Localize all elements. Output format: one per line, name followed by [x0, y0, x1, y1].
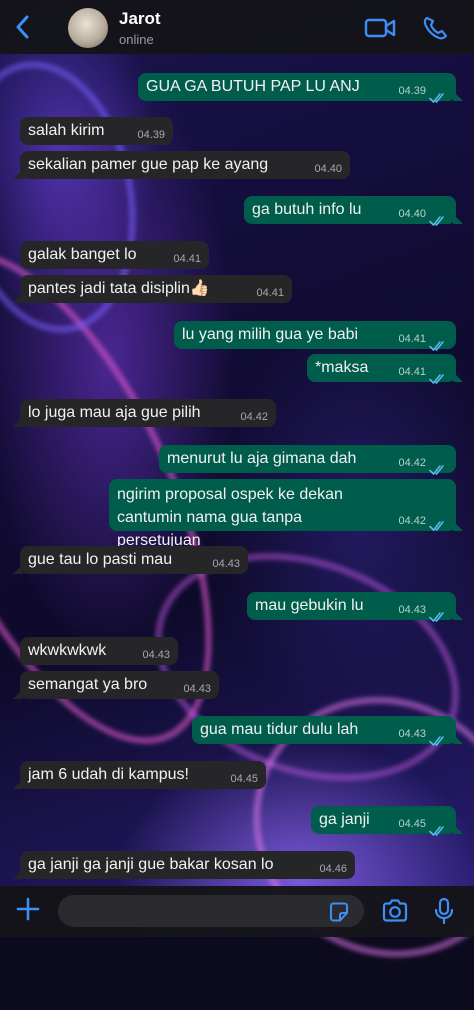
outgoing-message-bubble[interactable]: mau gebukin lu 04.43	[247, 592, 463, 622]
bubble-tail	[453, 521, 463, 531]
message-text: ngirim proposal ospek ke dekan cantumin …	[117, 486, 343, 549]
message-time: 04.43	[142, 649, 170, 661]
double-check-icon	[429, 458, 447, 475]
bubble-tail	[13, 293, 23, 303]
sticker-icon[interactable]	[328, 901, 350, 923]
double-check-icon	[429, 819, 447, 836]
message-text: ga janji	[319, 811, 370, 828]
outgoing-message-bubble[interactable]: ga janji 04.45	[311, 806, 463, 836]
message-text: galak banget lo	[28, 246, 137, 263]
bubble-tail	[453, 734, 463, 744]
bubble-tail	[453, 824, 463, 834]
message-text: gua mau tidur dulu lah	[200, 721, 359, 738]
double-check-icon	[429, 605, 447, 622]
message-time: 04.43	[183, 683, 211, 695]
message-time: 04.41	[398, 333, 426, 345]
message-time: 04.41	[398, 366, 426, 378]
outgoing-message-bubble[interactable]: gua mau tidur dulu lah 04.43	[192, 716, 463, 746]
message-time: 04.46	[319, 863, 347, 875]
message-text: *maksa	[315, 359, 369, 376]
video-call-icon[interactable]	[364, 14, 396, 42]
message-time: 04.45	[398, 818, 426, 830]
double-check-icon	[429, 86, 447, 103]
message-time: 04.43	[212, 558, 240, 570]
bubble-tail	[13, 779, 23, 789]
message-time: 04.40	[398, 208, 426, 220]
contact-name[interactable]: Jarot	[119, 9, 161, 29]
message-input[interactable]	[58, 895, 364, 927]
double-check-icon	[429, 209, 447, 226]
incoming-message-bubble[interactable]: ga janji ga janji gue bakar kosan lo 04.4…	[13, 851, 355, 879]
incoming-message-bubble[interactable]: salah kirim 04.39	[20, 117, 173, 145]
message-text: pantes jadi tata disiplin👍🏻	[28, 280, 210, 297]
message-text: gue tau lo pasti mau	[28, 551, 173, 568]
message-time: 04.41	[173, 253, 201, 265]
microphone-icon[interactable]	[433, 897, 455, 925]
outgoing-message-bubble[interactable]: menurut lu aja gimana dah 04.42	[159, 445, 456, 475]
incoming-message-bubble[interactable]: jam 6 udah di kampus! 04.45	[13, 761, 266, 789]
message-time: 04.42	[398, 515, 426, 527]
message-time: 04.42	[398, 457, 426, 469]
double-check-icon	[429, 516, 447, 531]
message-time: 04.43	[398, 604, 426, 616]
bubble-tail	[453, 214, 463, 224]
message-time: 04.41	[256, 287, 284, 299]
incoming-message-bubble[interactable]: wkwkwkwk 04.43	[20, 637, 178, 665]
incoming-message-bubble[interactable]: gue tau lo pasti mau 04.43	[13, 546, 248, 574]
plus-icon[interactable]	[14, 894, 42, 924]
bubble-tail	[453, 610, 463, 620]
double-check-icon	[429, 334, 447, 351]
message-time: 04.39	[137, 129, 165, 141]
message-text: GUA GA BUTUH PAP LU ANJ	[146, 78, 360, 95]
message-time: 04.42	[240, 411, 268, 423]
outgoing-message-bubble[interactable]: lu yang milih gua ye babi 04.41	[174, 321, 456, 351]
message-text: lu yang milih gua ye babi	[182, 326, 359, 343]
message-time: 04.45	[230, 773, 258, 785]
outgoing-message-bubble[interactable]: *maksa 04.41	[307, 354, 463, 384]
message-text: ga janji ga janji gue bakar kosan lo	[28, 856, 274, 873]
double-check-icon	[429, 367, 447, 384]
message-text: jam 6 udah di kampus!	[28, 766, 189, 783]
double-check-icon	[429, 729, 447, 746]
bubble-tail	[13, 169, 23, 179]
message-text: semangat ya bro	[28, 676, 148, 693]
outgoing-message-bubble[interactable]: ga butuh info lu 04.40	[244, 196, 463, 226]
message-text: lo juga mau aja gue pilih	[28, 404, 201, 421]
message-text: wkwkwkwk	[28, 642, 107, 659]
bubble-tail	[13, 689, 23, 699]
bubble-tail	[13, 869, 23, 879]
message-time: 04.39	[398, 85, 426, 97]
incoming-message-bubble[interactable]: lo juga mau aja gue pilih 04.42	[13, 399, 276, 427]
message-text: mau gebukin lu	[255, 597, 364, 614]
composer-bar	[0, 886, 474, 937]
message-text: menurut lu aja gimana dah	[167, 450, 357, 467]
camera-icon[interactable]	[381, 898, 409, 924]
incoming-message-bubble[interactable]: semangat ya bro 04.43	[13, 671, 219, 699]
bubble-tail	[13, 417, 23, 427]
message-text: sekalian pamer gue pap ke ayang	[28, 156, 269, 173]
incoming-message-bubble[interactable]: pantes jadi tata disiplin👍🏻 04.41	[13, 275, 292, 303]
avatar[interactable]	[68, 8, 108, 48]
chat-header: Jarot online	[0, 0, 474, 54]
incoming-message-bubble[interactable]: galak banget lo 04.41	[20, 241, 209, 269]
outgoing-message-bubble[interactable]: ngirim proposal ospek ke dekan cantumin …	[109, 479, 463, 549]
outgoing-message-bubble[interactable]: GUA GA BUTUH PAP LU ANJ 04.39	[138, 73, 463, 103]
contact-status: online	[119, 32, 154, 47]
message-text: salah kirim	[28, 122, 105, 139]
bubble-tail	[13, 564, 23, 574]
back-chevron-icon[interactable]	[10, 12, 36, 42]
phone-icon[interactable]	[420, 14, 452, 42]
incoming-message-bubble[interactable]: sekalian pamer gue pap ke ayang 04.40	[13, 151, 350, 179]
bubble-tail	[453, 372, 463, 382]
message-time: 04.43	[398, 728, 426, 740]
message-text: ga butuh info lu	[252, 201, 362, 218]
bubble-tail	[453, 91, 463, 101]
message-time: 04.40	[314, 163, 342, 175]
